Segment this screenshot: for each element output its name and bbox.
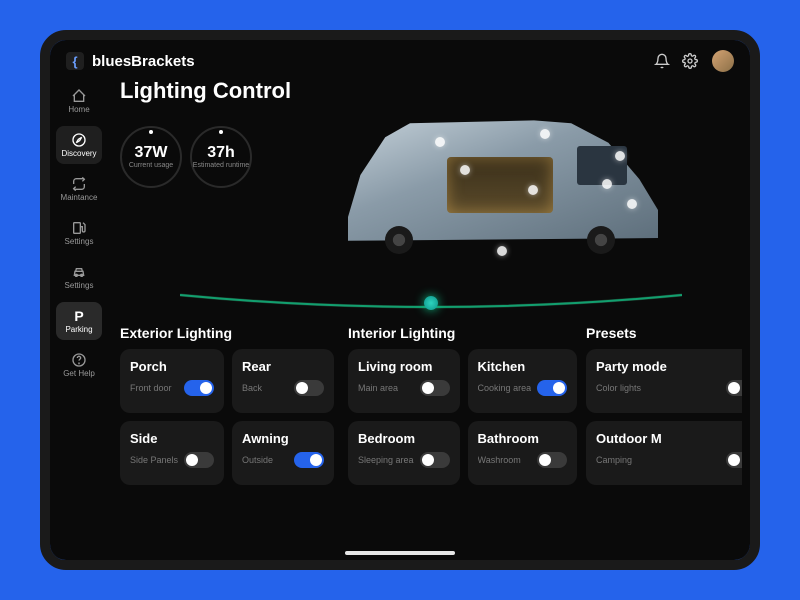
light-card[interactable]: Side Side Panels — [120, 421, 224, 485]
light-card[interactable]: Living room Main area — [348, 349, 460, 413]
lighting-sections: Exterior Lighting Porch Front door Rear … — [120, 325, 742, 485]
card-subtitle: Sleeping area — [358, 455, 414, 465]
card-title: Rear — [242, 359, 324, 374]
toggle-switch[interactable] — [420, 452, 450, 468]
cycle-icon — [71, 176, 87, 192]
light-card[interactable]: Awning Outside — [232, 421, 334, 485]
card-title: Living room — [358, 359, 450, 374]
light-hotspot[interactable] — [435, 137, 445, 147]
light-hotspot[interactable] — [460, 165, 470, 175]
logo: { — [66, 52, 84, 70]
brand-name: bluesBrackets — [92, 53, 195, 70]
sidebar-item-parking[interactable]: P Parking — [56, 302, 102, 340]
light-card[interactable]: Porch Front door — [120, 349, 224, 413]
card-subtitle: Cooking area — [478, 383, 532, 393]
sidebar-label: Settings — [65, 238, 94, 246]
card-subtitle: Color lights — [596, 383, 641, 393]
sidebar-label: Parking — [65, 326, 92, 334]
sidebar-label: Discovery — [61, 150, 96, 158]
card-title: Awning — [242, 431, 324, 446]
card-title: Bathroom — [478, 431, 568, 446]
fuel-icon — [71, 220, 87, 236]
card-title: Outdoor M — [596, 431, 742, 446]
card-subtitle: Back — [242, 383, 262, 393]
sidebar-label: Settings — [65, 282, 94, 290]
light-hotspot[interactable] — [627, 199, 637, 209]
sidebar: Home Discovery Maintance Settings Settings PP… — [50, 78, 108, 560]
section-title: Interior Lighting — [348, 325, 572, 341]
card-subtitle: Washroom — [478, 455, 521, 465]
toggle-switch[interactable] — [294, 452, 324, 468]
car-icon — [71, 264, 87, 280]
van-graphic — [348, 112, 658, 252]
sidebar-item-maintenance[interactable]: Maintance — [56, 170, 102, 208]
sidebar-item-home[interactable]: Home — [56, 82, 102, 120]
sidebar-item-discovery[interactable]: Discovery — [56, 126, 102, 164]
card-subtitle: Outside — [242, 455, 273, 465]
sidebar-item-help[interactable]: Get Help — [56, 346, 102, 384]
avatar[interactable] — [712, 50, 734, 72]
light-card[interactable]: Rear Back — [232, 349, 334, 413]
card-subtitle: Side Panels — [130, 455, 178, 465]
toggle-switch[interactable] — [184, 380, 214, 396]
sidebar-item-settings2[interactable]: Settings — [56, 258, 102, 296]
slider-handle[interactable] — [424, 296, 438, 310]
vehicle-visualization — [264, 112, 742, 252]
brightness-arc-slider[interactable] — [180, 291, 682, 315]
toggle-switch[interactable] — [726, 380, 742, 396]
card-subtitle: Main area — [358, 383, 398, 393]
sidebar-label: Maintance — [61, 194, 98, 202]
light-hotspot[interactable] — [540, 129, 550, 139]
gear-icon[interactable] — [680, 51, 700, 71]
help-icon — [71, 352, 87, 368]
P-icon: P — [71, 308, 87, 324]
gauge-label: Estimated runtime — [193, 162, 249, 170]
main-content: Lighting Control 37WCurrent usage37hEsti… — [108, 78, 750, 560]
section-presets: Presets Party mode Color lights Outdoor … — [586, 325, 742, 485]
card-title: Kitchen — [478, 359, 568, 374]
gauge-label: Current usage — [129, 162, 173, 170]
page-title: Lighting Control — [120, 78, 742, 104]
card-title: Side — [130, 431, 214, 446]
card-subtitle: Front door — [130, 383, 172, 393]
light-card[interactable]: Kitchen Cooking area — [468, 349, 578, 413]
light-card[interactable]: Party mode Color lights — [586, 349, 742, 413]
section-exterior: Exterior Lighting Porch Front door Rear … — [120, 325, 334, 485]
sidebar-label: Get Help — [63, 370, 95, 378]
tablet-frame: { bluesBrackets Home Discovery Maintance Se… — [40, 30, 760, 570]
home-indicator[interactable] — [345, 551, 455, 555]
toggle-switch[interactable] — [420, 380, 450, 396]
gauge: 37hEstimated runtime — [190, 126, 252, 188]
card-title: Party mode — [596, 359, 742, 374]
card-subtitle: Camping — [596, 455, 632, 465]
app-screen: { bluesBrackets Home Discovery Maintance Se… — [50, 40, 750, 560]
light-card[interactable]: Outdoor M Camping — [586, 421, 742, 485]
section-interior: Interior Lighting Living room Main area … — [348, 325, 572, 485]
card-title: Porch — [130, 359, 214, 374]
light-card[interactable]: Bedroom Sleeping area — [348, 421, 460, 485]
sidebar-label: Home — [68, 106, 89, 114]
light-card[interactable]: Bathroom Washroom — [468, 421, 578, 485]
gauge-value: 37h — [207, 144, 235, 162]
sidebar-item-settings1[interactable]: Settings — [56, 214, 102, 252]
light-hotspot[interactable] — [615, 151, 625, 161]
light-hotspot[interactable] — [497, 246, 507, 256]
gauge-value: 37W — [135, 144, 168, 162]
bell-icon[interactable] — [652, 51, 672, 71]
gauge: 37WCurrent usage — [120, 126, 182, 188]
toggle-switch[interactable] — [726, 452, 742, 468]
gauges-row: 37WCurrent usage37hEstimated runtime — [120, 112, 252, 188]
card-title: Bedroom — [358, 431, 450, 446]
header: { bluesBrackets — [50, 40, 750, 78]
home-icon — [71, 88, 87, 104]
toggle-switch[interactable] — [537, 380, 567, 396]
toggle-switch[interactable] — [294, 380, 324, 396]
toggle-switch[interactable] — [537, 452, 567, 468]
light-hotspot[interactable] — [528, 185, 538, 195]
toggle-switch[interactable] — [184, 452, 214, 468]
compass-icon — [71, 132, 87, 148]
section-title: Exterior Lighting — [120, 325, 334, 341]
section-title: Presets — [586, 325, 742, 341]
